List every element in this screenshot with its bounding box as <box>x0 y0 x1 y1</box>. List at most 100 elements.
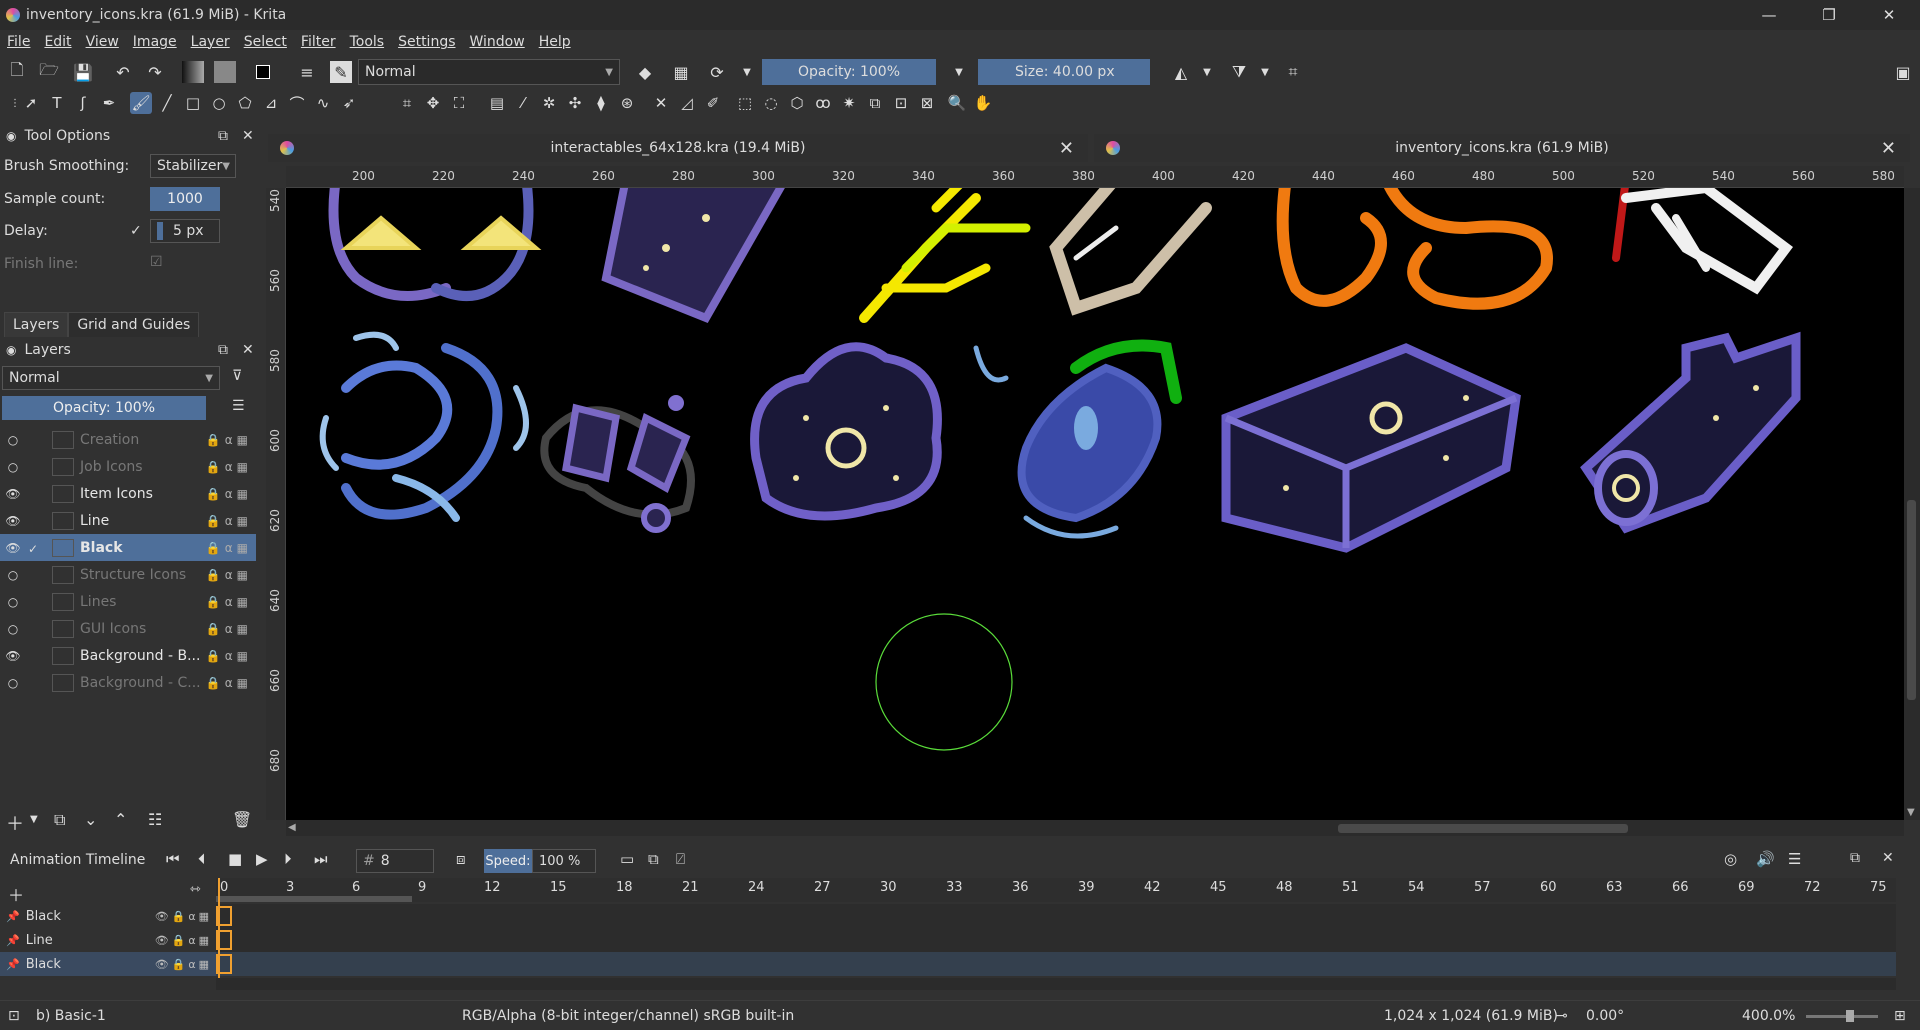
menu-view[interactable]: View <box>79 34 126 50</box>
blend-mode-select[interactable]: Normal ▼ <box>358 59 620 85</box>
layer-select-checkbox[interactable] <box>28 677 44 689</box>
menu-file[interactable]: File <box>0 34 37 50</box>
close-button[interactable]: ✕ <box>1866 0 1912 30</box>
layer-lock-alpha-icons[interactable]: 🔒α▦ <box>206 460 252 474</box>
float-panel-icon[interactable]: ⧉ <box>1850 850 1860 866</box>
rectangle-tool-icon[interactable]: □ <box>182 92 204 114</box>
polygon-tool-icon[interactable]: ⬠ <box>234 92 256 114</box>
menu-filter[interactable]: Filter <box>294 34 343 50</box>
scroll-down-icon[interactable]: ▼ <box>1907 807 1915 818</box>
polyline-tool-icon[interactable]: ⊿ <box>260 92 282 114</box>
timeline-hscrollbar[interactable] <box>216 978 1896 990</box>
next-frame-icon[interactable]: ⏵ <box>284 850 292 868</box>
no-frame-icon[interactable]: ⍁ <box>676 850 685 868</box>
layer-row[interactable]: ○ Creation 🔒α▦ <box>0 426 256 453</box>
layer-blend-mode-select[interactable]: Normal ▼ <box>2 366 220 390</box>
layer-lock-alpha-icons[interactable]: 🔒α▦ <box>206 514 252 528</box>
menu-tools[interactable]: Tools <box>343 34 392 50</box>
freehand-select-icon[interactable]: ꝏ <box>812 92 834 114</box>
sample-count-spinbox[interactable]: 1000 <box>150 187 220 211</box>
layer-select-checkbox[interactable] <box>28 434 44 446</box>
layer-select-checkbox[interactable]: ✓ <box>28 542 44 556</box>
layer-row[interactable]: ○ GUI Icons 🔒α▦ <box>0 615 256 642</box>
contiguous-select-icon[interactable]: ✷ <box>838 92 860 114</box>
status-color-space[interactable]: RGB/Alpha (8-bit integer/channel) sRGB b… <box>462 1008 794 1024</box>
onion-skins-settings-icon[interactable]: ◎ <box>1724 850 1737 868</box>
smart-patch-icon[interactable]: ✣ <box>564 92 586 114</box>
wrap-around-icon[interactable]: ⌗ <box>1282 61 1304 83</box>
audio-icon[interactable]: 🔊 <box>1756 850 1775 868</box>
pin-track-icon[interactable]: ⇿ <box>190 882 201 897</box>
stop-icon[interactable]: ■ <box>228 850 242 868</box>
calligraphy-icon[interactable]: ✒ <box>98 92 120 114</box>
layer-properties-icon[interactable]: ☷ <box>148 810 162 829</box>
horizontal-scrollbar[interactable]: ◀ <box>286 820 1904 836</box>
visibility-eye-icon[interactable]: 👁 <box>4 649 22 663</box>
tab-layers[interactable]: Layers <box>4 312 69 337</box>
last-frame-icon[interactable]: ⏭ <box>314 850 328 868</box>
duplicate-layer-icon[interactable]: ⧉ <box>54 810 65 830</box>
document-tab-interactables[interactable]: interactables_64x128.kra (19.4 MiB) ✕ <box>268 134 1088 162</box>
line-tool-icon[interactable]: ╱ <box>156 92 178 114</box>
timeline-track-header[interactable]: 📌 Black 👁🔒α▦ <box>0 904 216 928</box>
visibility-eye-icon[interactable]: ○ <box>4 595 22 609</box>
crop-icon[interactable]: ⌗ <box>396 92 418 114</box>
select-shapes-icon[interactable]: ➚ <box>20 92 42 114</box>
measure-tool-icon[interactable]: ◿ <box>676 92 698 114</box>
visibility-eye-icon[interactable]: ○ <box>4 676 22 690</box>
add-track-icon[interactable]: ＋ <box>8 882 24 906</box>
move-layer-down-icon[interactable]: ⌄ <box>84 810 97 829</box>
close-panel-icon[interactable]: ✕ <box>242 128 254 144</box>
timeline-track-header[interactable]: 📌 Black 👁🔒α▦ <box>0 952 216 976</box>
preserve-alpha-icon[interactable]: ▦ <box>670 61 692 83</box>
pin-icon[interactable]: 📌 <box>6 934 20 947</box>
visibility-eye-icon[interactable]: ○ <box>4 622 22 636</box>
brush-preset-icon[interactable]: ✎ <box>330 61 352 83</box>
visibility-eye-icon[interactable]: 👁 <box>4 487 22 501</box>
pin-icon[interactable]: 📌 <box>6 958 20 971</box>
ellipse-tool-icon[interactable]: ○ <box>208 92 230 114</box>
menu-help[interactable]: Help <box>532 34 578 50</box>
edit-shapes-icon[interactable]: ʃ <box>72 92 94 114</box>
brush-smoothing-select[interactable]: Stabilizer ▼ <box>150 154 236 178</box>
layer-select-checkbox[interactable] <box>28 515 44 527</box>
open-document-icon[interactable]: 🗁 <box>38 60 60 83</box>
tab-grid-and-guides[interactable]: Grid and Guides <box>68 312 200 337</box>
layer-select-checkbox[interactable] <box>28 488 44 500</box>
scroll-left-icon[interactable]: ◀ <box>288 822 296 833</box>
zoom-slider-handle[interactable] <box>1846 1010 1854 1022</box>
visibility-eye-icon[interactable]: ○ <box>4 460 22 474</box>
layer-row[interactable]: 👁 Item Icons 🔒α▦ <box>0 480 256 507</box>
visibility-eye-icon[interactable]: ○ <box>4 568 22 582</box>
layer-select-checkbox[interactable] <box>28 461 44 473</box>
layer-select-checkbox[interactable] <box>28 569 44 581</box>
current-frame-spinbox[interactable]: #8 <box>356 849 434 873</box>
polygon-select-icon[interactable]: ⬡ <box>786 92 808 114</box>
delay-spinbox[interactable]: 5 px <box>150 219 220 243</box>
pattern-icon[interactable] <box>214 61 236 83</box>
ellipse-select-icon[interactable]: ◌ <box>760 92 782 114</box>
colorize-mask-icon[interactable]: ✲ <box>538 92 560 114</box>
layer-lock-alpha-icons[interactable]: 🔒α▦ <box>206 595 252 609</box>
freehand-path-icon[interactable]: ∿ <box>312 92 334 114</box>
zoom-slider[interactable] <box>1806 1010 1878 1022</box>
fill-tool-icon[interactable]: ⧫ <box>590 92 612 114</box>
visibility-eye-icon[interactable]: 👁 <box>4 514 22 528</box>
document-tab-inventory[interactable]: inventory_icons.kra (61.9 MiB) ✕ <box>1094 134 1910 162</box>
onion-skin-icon[interactable]: ▭ <box>620 850 634 868</box>
close-tab-icon[interactable]: ✕ <box>1881 138 1896 159</box>
layer-row[interactable]: 👁 Background - B... 🔒α▦ <box>0 642 256 669</box>
dockers-toggle-icon[interactable]: ▣ <box>1892 61 1914 83</box>
rotation-icon[interactable]: ⊸ <box>1556 1008 1568 1024</box>
menu-select[interactable]: Select <box>237 34 294 50</box>
menu-image[interactable]: Image <box>126 34 184 50</box>
brush-size-slider[interactable]: Size: 40.00 px <box>978 59 1150 85</box>
bezier-tool-icon[interactable]: ⌒ <box>286 92 308 114</box>
redo-icon[interactable]: ↷ <box>144 61 166 83</box>
assistant-tool-icon[interactable]: ✕ <box>650 92 672 114</box>
vertical-scrollbar[interactable]: ▼ <box>1904 188 1920 820</box>
status-rotation[interactable]: 0.00° <box>1586 1008 1624 1024</box>
layer-lock-alpha-icons[interactable]: 🔒α▦ <box>206 568 252 582</box>
gradient-tool-icon[interactable]: ▤ <box>486 92 508 114</box>
layer-row[interactable]: 👁 ✓ Black 🔒α▦ <box>0 534 256 561</box>
